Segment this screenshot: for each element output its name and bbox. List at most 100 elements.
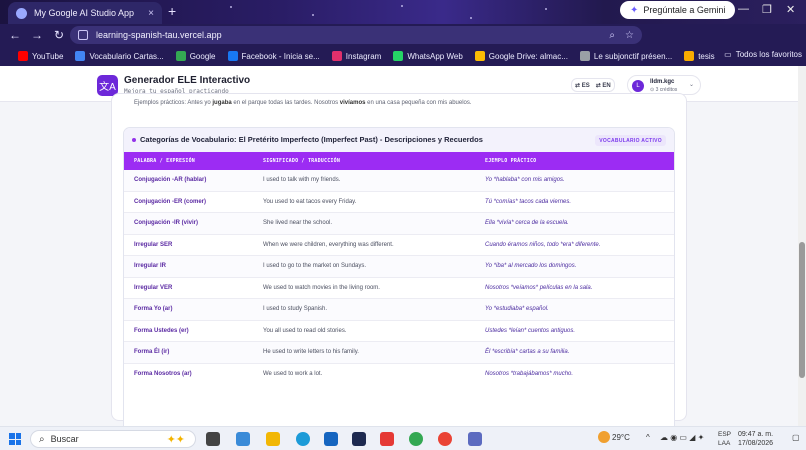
meaning-cell: We used to work a lot.: [263, 370, 323, 377]
windows-start-icon[interactable]: [9, 433, 21, 445]
example-cell: Nosotros *trabajábamos* mucho.: [485, 370, 574, 377]
avatar: L: [632, 80, 644, 92]
taskbar-search-input[interactable]: ⌕ Buscar ✦✦: [30, 430, 196, 448]
back-button[interactable]: ←: [4, 28, 26, 42]
browser-tab-bar: My Google AI Studio App × + ✦ Pregúntale…: [0, 0, 806, 24]
address-bar[interactable]: learning-spanish-tau.vercel.app ⌕ ☆: [70, 26, 642, 44]
bookmark-instagram[interactable]: Instagram: [331, 51, 381, 61]
table-row: Forma Él (ir) He used to write letters to…: [124, 342, 674, 364]
user-menu[interactable]: L lldm.kgc ⊙ 3 créditos ⌄: [627, 75, 701, 95]
table-row: Forma Yo (ar) I used to study Spanish. Yo …: [124, 299, 674, 321]
page-scrollbar[interactable]: [798, 66, 806, 426]
search-icon: ⌕: [39, 433, 45, 445]
decorative-star: [470, 17, 472, 19]
input-language[interactable]: ESP LAA: [718, 430, 731, 448]
close-window-button[interactable]: ✕: [786, 3, 795, 16]
table-row: Conjugación -IR (vivir) She lived near th…: [124, 213, 674, 235]
word-cell: Forma Yo (ar): [134, 306, 173, 312]
app-icon[interactable]: [380, 432, 394, 446]
browser-tab-active[interactable]: My Google AI Studio App ×: [8, 2, 162, 24]
ask-gemini-button[interactable]: ✦ Pregúntale a Gemini: [620, 1, 736, 19]
new-tab-button[interactable]: +: [168, 3, 176, 19]
table-row: Conjugación -ER (comer) You used to eat t…: [124, 192, 674, 213]
table-row: Forma Nosotros (ar) We used to work a lot…: [124, 364, 674, 386]
bookmark-subjonctif[interactable]: Le subjonctif présen...: [579, 51, 672, 61]
word-cell: Forma Ustedes (er): [134, 327, 189, 334]
example-cell: Ella *vivía* cerca de la escuela.: [485, 220, 569, 226]
table-header: PALABRA / EXPRESIÓN SIGNIFICADO / TRADUC…: [124, 152, 674, 170]
all-bookmarks-button[interactable]: ▭ Todos los favoritos: [724, 50, 802, 59]
folder-icon: ▭: [724, 50, 732, 59]
site-info-icon[interactable]: [78, 30, 88, 40]
search-icon[interactable]: ⌕: [609, 30, 615, 41]
example-cell: Cuando éramos niños, todo *era* diferent…: [485, 241, 601, 248]
chrome-icon[interactable]: [438, 432, 452, 446]
example-cell: Yo *hablaba* con mis amigos.: [485, 177, 565, 183]
minimize-button[interactable]: —: [738, 3, 749, 15]
status-badge: VOCABULARIO ACTIVO: [595, 135, 666, 146]
bookmark-google[interactable]: Google: [175, 51, 216, 61]
word-cell: Irregular VER: [134, 284, 173, 291]
example-cell: Yo *estudiaba* español.: [485, 306, 549, 312]
whatsapp-icon: [393, 51, 404, 61]
bullet-dot-icon: [132, 138, 136, 142]
system-clock[interactable]: 09:47 a. m. 17/08/2026: [738, 430, 773, 448]
forward-button[interactable]: →: [26, 28, 48, 42]
meaning-cell: You used to eat tacos every Friday.: [263, 198, 357, 205]
word-cell: Conjugación -IR (vivir): [134, 220, 199, 226]
example-cell: Yo *iba* al mercado los domingos.: [485, 263, 577, 269]
decorative-star: [230, 6, 232, 8]
example-cell: Nosotros *veíamos* películas en la sala.: [485, 284, 593, 291]
table-row: Forma Ustedes (er) You all used to read o…: [124, 321, 674, 342]
weather-temp[interactable]: 29°C: [612, 433, 630, 442]
bookmark-google-drive[interactable]: Google Drive: almac...: [474, 51, 568, 61]
decorative-star: [312, 14, 314, 16]
bookmark-star-icon[interactable]: ☆: [625, 30, 634, 41]
language-switcher: ⇄ ES ⇄ EN: [571, 78, 615, 92]
notifications-icon[interactable]: ▢: [792, 433, 800, 442]
language-es-button[interactable]: ⇄ ES: [575, 82, 590, 89]
maximize-button[interactable]: ❐: [762, 3, 772, 16]
meaning-cell: When we were children, everything was di…: [263, 241, 394, 248]
decorative-star: [545, 8, 547, 10]
bookmark-tesis[interactable]: tesis: [684, 51, 715, 61]
vocabulary-header: Categorías de Vocabulario: El Pretérito …: [124, 128, 674, 152]
bookmark-vocabulario[interactable]: Vocabulario Cartas...: [75, 51, 164, 61]
app-icon[interactable]: [352, 432, 366, 446]
page-content: 文A Generador ELE Interactivo Mejora tu e…: [0, 66, 798, 426]
chevron-down-icon: ⌄: [688, 82, 694, 88]
meaning-cell: She lived near the school.: [263, 220, 333, 226]
browser-toolbar: ← → ↻ learning-spanish-tau.vercel.app ⌕ …: [0, 24, 806, 65]
bookmark-facebook[interactable]: Facebook - Inicia se...: [227, 51, 320, 61]
reload-button[interactable]: ↻: [48, 28, 70, 42]
table-body: Conjugación -AR (hablar) I used to talk w…: [124, 170, 674, 390]
example-cell: Él *escribía* cartas a su familia.: [485, 349, 570, 355]
edge-icon[interactable]: [296, 432, 310, 446]
column-header-meaning: SIGNIFICADO / TRADUCCIÓN: [263, 158, 341, 164]
windows-taskbar: ⌕ Buscar ✦✦ 29°C ^ ☁ ◉ ▭ ◢ ✦ ESP LAA 09:4…: [0, 426, 806, 450]
word-cell: Conjugación -AR (hablar): [134, 177, 207, 183]
bookmark-youtube[interactable]: YouTube: [18, 51, 63, 61]
meaning-cell: I used to talk with my friends.: [263, 177, 341, 183]
bookmark-whatsapp[interactable]: WhatsApp Web: [393, 51, 463, 61]
meaning-cell: We used to watch movies in the living ro…: [263, 284, 380, 291]
bookmarks-bar: YouTube Vocabulario Cartas... Google Fac…: [0, 46, 806, 66]
gemini-sparkle-icon: ✦: [630, 4, 639, 16]
language-en-button[interactable]: ⇄ EN: [596, 82, 611, 89]
chrome-icon[interactable]: [409, 432, 423, 446]
task-view-icon[interactable]: [206, 432, 220, 446]
chevron-up-icon[interactable]: ^: [646, 433, 650, 442]
copilot-icon[interactable]: [236, 432, 250, 446]
teams-icon[interactable]: [468, 432, 482, 446]
meaning-cell: He used to write letters to his family.: [263, 349, 359, 355]
file-explorer-icon[interactable]: [266, 432, 280, 446]
scrollbar-thumb[interactable]: [799, 242, 805, 378]
outlook-icon[interactable]: [324, 432, 338, 446]
url-text: learning-spanish-tau.vercel.app: [96, 30, 222, 40]
user-name: lldm.kgc: [650, 79, 675, 85]
table-row: Irregular VER We used to watch movies in …: [124, 278, 674, 299]
tray-icons[interactable]: ☁ ◉ ▭ ◢ ✦: [660, 433, 704, 442]
tab-close-icon[interactable]: ×: [148, 8, 154, 19]
practical-examples: Ejemplos prácticos: Antes yo jugaba en e…: [134, 100, 472, 106]
example-cell: Ustedes *leían* cuentos antiguos.: [485, 327, 576, 334]
